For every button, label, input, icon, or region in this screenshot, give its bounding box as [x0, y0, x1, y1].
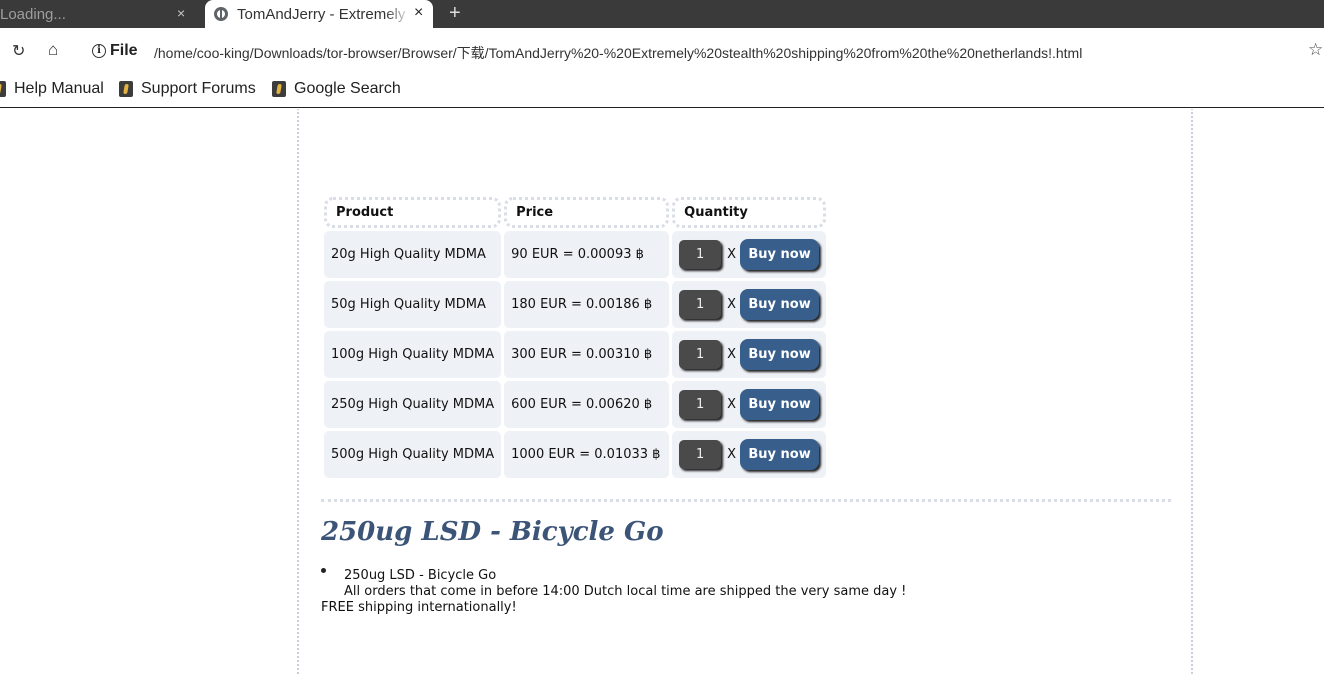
product-price: 1000 EUR = 0.01033 ฿ [504, 431, 670, 478]
star-icon[interactable]: ☆ [1308, 40, 1323, 60]
bookmark-google-search[interactable]: Google Search [272, 80, 401, 98]
tab-strip: Loading... × TomAndJerry - Extremely ste… [0, 0, 1324, 28]
bookmark-icon [0, 81, 6, 97]
product-name: 100g High Quality MDMA [324, 331, 502, 378]
tab-title: Loading... [0, 6, 66, 23]
bookmark-icon [119, 81, 133, 97]
address-bar[interactable]: /home/coo-king/Downloads/tor-browser/Bro… [154, 43, 1082, 63]
reload-icon[interactable]: ↻ [12, 41, 25, 61]
bookmark-label: Support Forums [141, 80, 256, 97]
product-price: 180 EUR = 0.00186 ฿ [504, 281, 670, 328]
bookmark-help-manual[interactable]: Help Manual [0, 80, 104, 98]
column-header: Product [324, 197, 502, 228]
quantity-input[interactable]: 1 [679, 390, 722, 419]
page-content: Product Price Quantity 20g High Quality … [0, 109, 1324, 676]
navigation-toolbar: ↻ ⌂ i File /home/coo-king/Downloads/tor-… [0, 28, 1324, 74]
buy-now-button[interactable]: Buy now [740, 439, 820, 470]
new-tab-button[interactable]: + [449, 2, 461, 25]
tab-tomandjerry[interactable]: TomAndJerry - Extremely stealth shipping… [205, 0, 433, 28]
quantity-cell: 1 X Buy now [672, 231, 827, 278]
bookmark-label: Google Search [294, 80, 401, 97]
buy-now-button[interactable]: Buy now [740, 389, 820, 420]
product-table: Product Price Quantity 20g High Quality … [321, 194, 829, 481]
home-icon[interactable]: ⌂ [48, 40, 58, 60]
buy-now-button[interactable]: Buy now [740, 339, 820, 370]
bookmarks-bar: Help Manual Support Forums Google Search [0, 74, 1324, 108]
file-label: File [110, 42, 138, 59]
tab-title: TomAndJerry - Extremely stealth shipping… [237, 6, 409, 23]
globe-icon [214, 7, 228, 21]
times-symbol: X [727, 447, 737, 462]
quantity-cell: 1 X Buy now [672, 281, 827, 328]
times-symbol: X [727, 347, 737, 362]
quantity-input[interactable]: 1 [679, 290, 722, 319]
bookmark-support-forums[interactable]: Support Forums [119, 80, 256, 98]
column-header: Price [504, 197, 670, 228]
column-header: Quantity [672, 197, 827, 228]
description-line: FREE shipping internationally! [321, 600, 517, 615]
table-row: 20g High Quality MDMA 90 EUR = 0.00093 ฿… [324, 231, 827, 278]
description-line: 250ug LSD - Bicycle Go [344, 568, 497, 583]
times-symbol: X [727, 247, 737, 262]
product-description: 250ug LSD - Bicycle Go All orders that c… [321, 568, 906, 616]
times-symbol: X [727, 397, 737, 412]
quantity-cell: 1 X Buy now [672, 331, 827, 378]
product-heading: 250ug LSD - Bicycle Go [321, 517, 664, 547]
times-symbol: X [727, 297, 737, 312]
product-price: 300 EUR = 0.00310 ฿ [504, 331, 670, 378]
quantity-input[interactable]: 1 [679, 340, 722, 369]
product-name: 50g High Quality MDMA [324, 281, 502, 328]
bookmark-icon [272, 81, 286, 97]
quantity-input[interactable]: 1 [679, 240, 722, 269]
description-line: All orders that come in before 14:00 Dut… [344, 584, 907, 599]
table-row: 100g High Quality MDMA 300 EUR = 0.00310… [324, 331, 827, 378]
table-row: 250g High Quality MDMA 600 EUR = 0.00620… [324, 381, 827, 428]
quantity-cell: 1 X Buy now [672, 431, 827, 478]
quantity-input[interactable]: 1 [679, 440, 722, 469]
site-info-button[interactable]: i File [92, 42, 138, 60]
table-row: 50g High Quality MDMA 180 EUR = 0.00186 … [324, 281, 827, 328]
product-price: 600 EUR = 0.00620 ฿ [504, 381, 670, 428]
section-divider [321, 499, 1171, 502]
table-row: 500g High Quality MDMA 1000 EUR = 0.0103… [324, 431, 827, 478]
product-price: 90 EUR = 0.00093 ฿ [504, 231, 670, 278]
content-container: Product Price Quantity 20g High Quality … [297, 109, 1193, 676]
buy-now-button[interactable]: Buy now [740, 289, 820, 320]
info-icon: i [92, 44, 106, 58]
tab-title-fade [385, 0, 411, 28]
quantity-cell: 1 X Buy now [672, 381, 827, 428]
buy-now-button[interactable]: Buy now [740, 239, 820, 270]
close-icon[interactable]: × [414, 4, 423, 22]
product-name: 250g High Quality MDMA [324, 381, 502, 428]
product-name: 20g High Quality MDMA [324, 231, 502, 278]
tab-loading[interactable]: Loading... × [0, 0, 200, 28]
close-icon[interactable]: × [177, 5, 185, 21]
product-name: 500g High Quality MDMA [324, 431, 502, 478]
bookmark-label: Help Manual [14, 80, 104, 97]
